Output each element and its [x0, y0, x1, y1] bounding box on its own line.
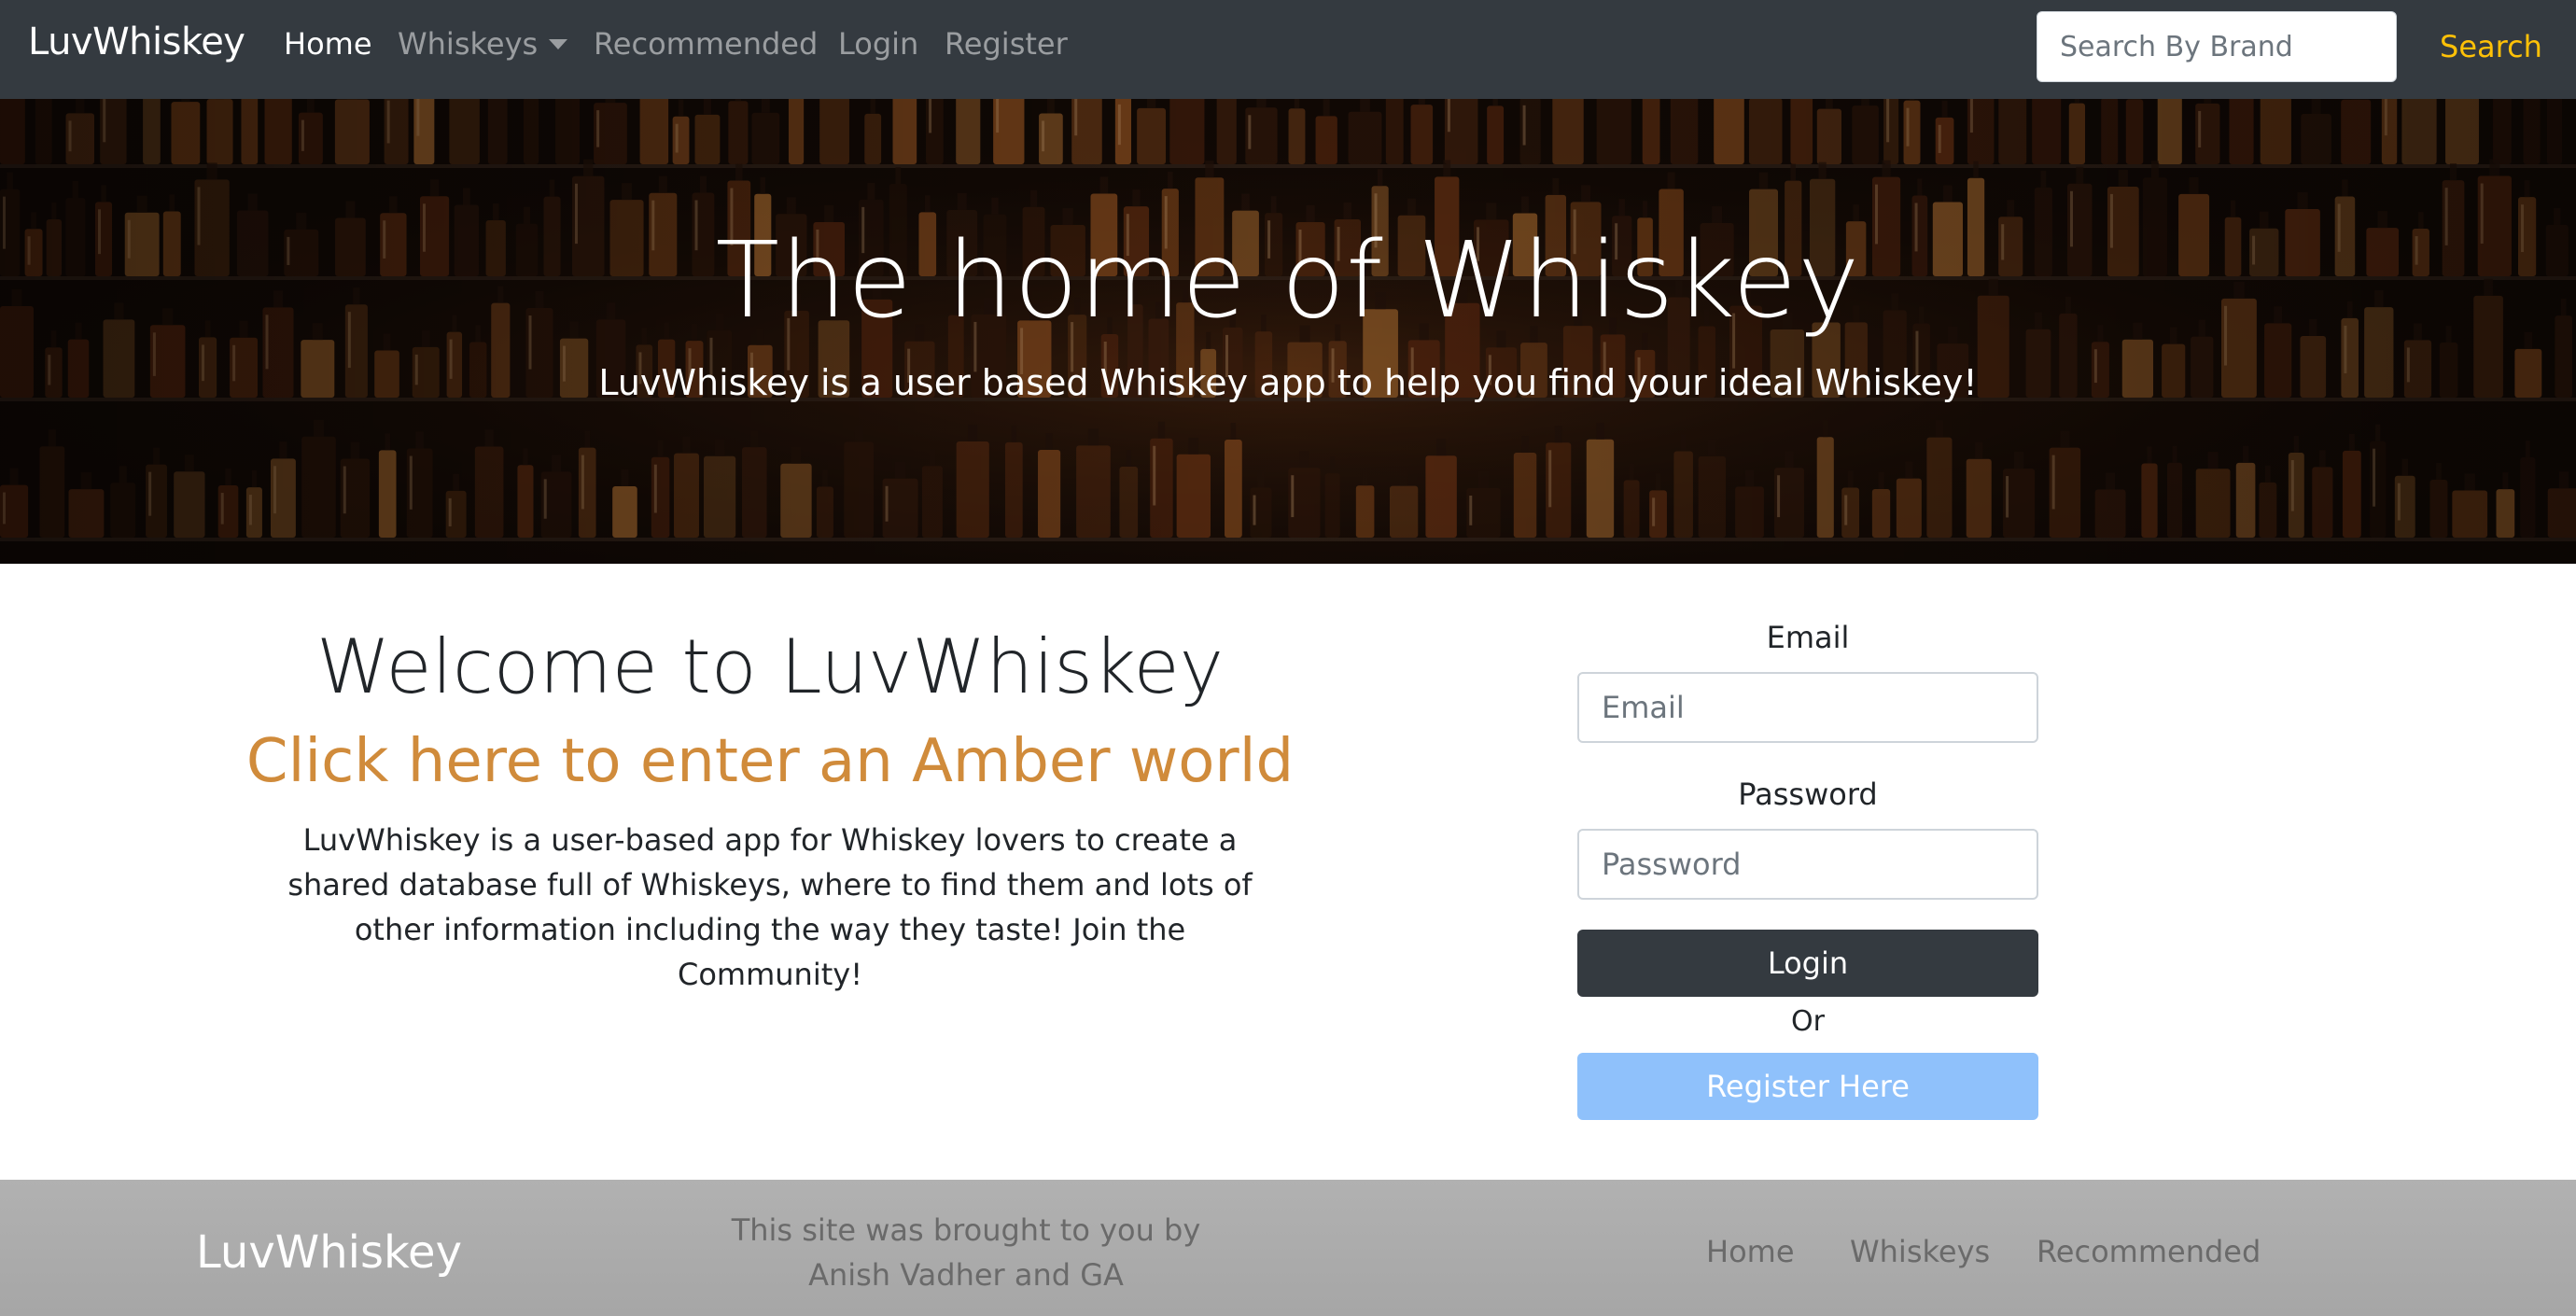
top-navbar: LuvWhiskey Home Whiskeys Recommended Log…: [0, 0, 2576, 99]
footer-brand[interactable]: LuvWhiskey: [196, 1226, 462, 1279]
caret-down-icon: [549, 38, 568, 49]
nav-link-login[interactable]: Login: [838, 26, 918, 62]
footer-link-recommended[interactable]: Recommended: [2037, 1234, 2261, 1269]
nav-link-recommended[interactable]: Recommended: [594, 26, 818, 62]
nav-dropdown-whiskeys-label: Whiskeys: [398, 26, 539, 62]
email-label: Email: [1766, 620, 1850, 655]
nav-link-register[interactable]: Register: [945, 26, 1068, 62]
welcome-title: Welcome to LuvWhiskey: [315, 623, 1225, 710]
email-field[interactable]: [1577, 672, 2038, 743]
login-form: Email Password Login Or Register Here: [1577, 616, 2038, 1120]
footer-credit: This site was brought to you by Anish Va…: [731, 1212, 1201, 1293]
or-divider-text: Or: [1791, 1005, 1825, 1038]
welcome-section: Welcome to LuvWhiskey Click here to ente…: [187, 616, 1353, 997]
nav-dropdown-whiskeys[interactable]: Whiskeys: [398, 26, 568, 62]
login-button[interactable]: Login: [1577, 930, 2038, 997]
password-label: Password: [1738, 777, 1878, 812]
nav-link-home[interactable]: Home: [284, 26, 372, 62]
footer-link-whiskeys[interactable]: Whiskeys: [1850, 1234, 1990, 1269]
hero-subtitle: LuvWhiskey is a user based Whiskey app t…: [598, 362, 1978, 403]
site-footer: LuvWhiskey This site was brought to you …: [0, 1180, 2576, 1316]
search-input[interactable]: [2037, 11, 2397, 82]
navbar-brand[interactable]: LuvWhiskey: [28, 21, 245, 63]
footer-link-home[interactable]: Home: [1706, 1234, 1795, 1269]
amber-world-link[interactable]: Click here to enter an Amber world: [187, 719, 1353, 805]
hero-banner: The home of Whiskey LuvWhiskey is a user…: [0, 99, 2576, 564]
hero-title: The home of Whiskey: [715, 220, 1861, 342]
welcome-description: LuvWhiskey is a user-based app for Whisk…: [287, 822, 1253, 992]
password-field[interactable]: [1577, 829, 2038, 900]
search-button[interactable]: Search: [2417, 11, 2565, 82]
register-here-button[interactable]: Register Here: [1577, 1053, 2038, 1120]
